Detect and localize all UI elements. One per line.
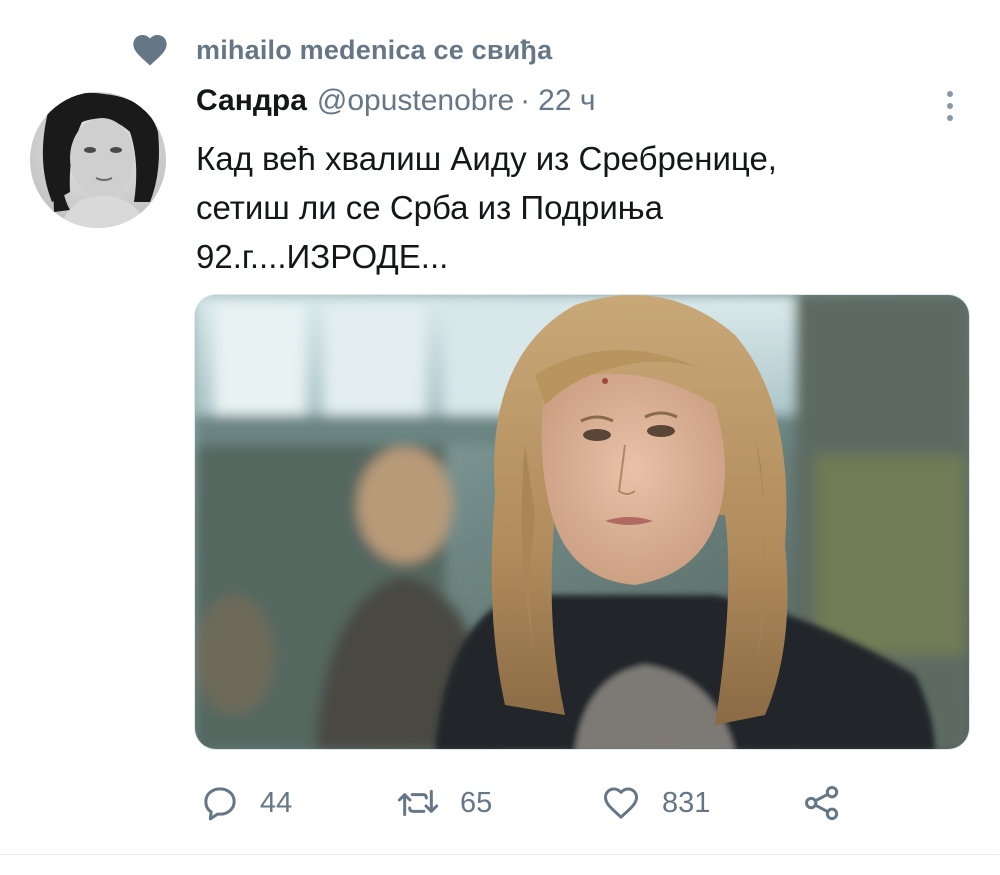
heart-icon bbox=[133, 35, 167, 66]
reply-button[interactable]: 44 bbox=[200, 778, 292, 828]
author-handle[interactable]: @opustenobre bbox=[317, 84, 514, 118]
tweet-actions: 44 65 831 bbox=[196, 778, 896, 828]
author-name[interactable]: Сандра bbox=[196, 84, 307, 118]
social-context-text: mihailo medenica се свиђа bbox=[196, 34, 553, 65]
avatar-photo bbox=[30, 92, 166, 228]
media-image bbox=[195, 295, 969, 749]
like-count: 831 bbox=[662, 786, 711, 819]
like-button[interactable]: 831 bbox=[600, 778, 710, 828]
retweet-count: 65 bbox=[460, 786, 493, 819]
tweet-timestamp[interactable]: 22 ч bbox=[538, 84, 595, 118]
more-dot-icon bbox=[947, 103, 953, 109]
tweet-text: Кад већ хвалиш Аиду из Сребренице, сетиш… bbox=[196, 134, 926, 281]
heart-outline-icon bbox=[604, 787, 638, 819]
more-options-button[interactable] bbox=[930, 84, 970, 128]
reply-count: 44 bbox=[260, 786, 293, 819]
share-button[interactable] bbox=[802, 778, 842, 828]
more-dot-icon bbox=[947, 115, 953, 121]
share-icon bbox=[805, 786, 839, 820]
tweet-text-line: 92.г....ИЗРОДЕ... bbox=[196, 238, 449, 275]
retweet-button[interactable]: 65 bbox=[396, 778, 492, 828]
tweet-divider bbox=[0, 854, 1000, 855]
tweet-text-line: Кад већ хвалиш Аиду из Сребренице, bbox=[196, 140, 777, 177]
more-dot-icon bbox=[947, 91, 953, 97]
retweet-icon bbox=[397, 789, 439, 817]
tweet-text-line: сетиш ли се Срба из Подриња bbox=[196, 189, 663, 226]
reply-icon bbox=[204, 787, 236, 821]
tweet-media-photo[interactable] bbox=[194, 294, 970, 750]
header-separator: · bbox=[520, 84, 531, 117]
tweet-header: Сандра @opustenobre · 22 ч bbox=[196, 84, 596, 126]
social-context[interactable]: mihailo medenica се свиђа bbox=[130, 28, 552, 72]
avatar[interactable] bbox=[30, 92, 166, 228]
